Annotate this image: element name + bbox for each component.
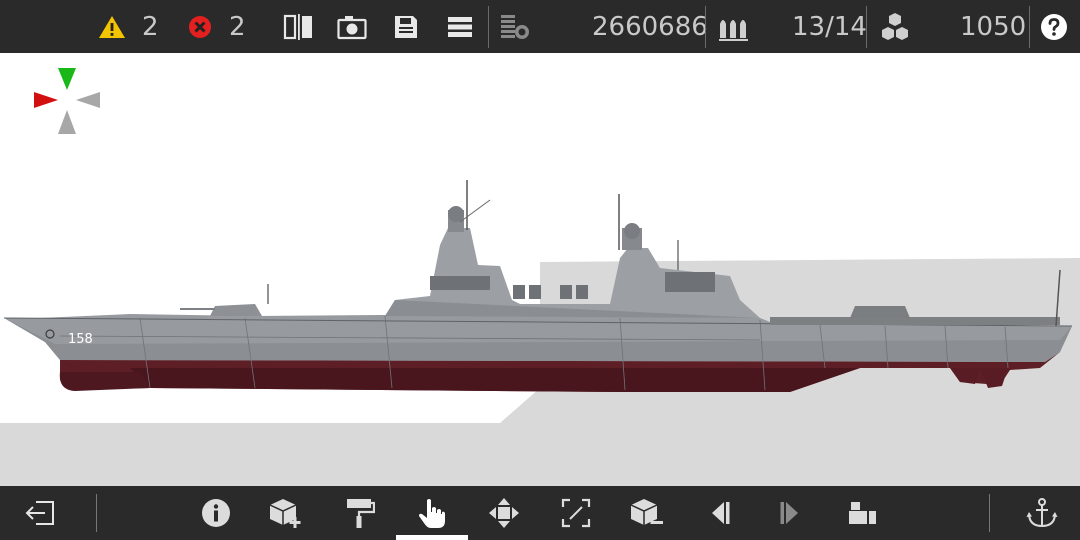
save-button[interactable] (393, 0, 419, 53)
anchor-button[interactable] (1012, 486, 1072, 540)
viewport-canvas: 158 (0, 180, 1080, 486)
remove-part-icon (630, 499, 663, 525)
help-icon (1041, 13, 1067, 40)
add-part-icon (269, 499, 301, 528)
crew-stat (718, 0, 750, 53)
camera-icon (337, 15, 367, 39)
mirror-button[interactable] (283, 0, 313, 53)
remove-part-button[interactable] (617, 486, 677, 540)
move-button[interactable] (474, 486, 534, 540)
cubes-icon (882, 12, 908, 40)
resize-button[interactable] (546, 486, 606, 540)
move-icon (489, 498, 519, 528)
duplicate-button[interactable] (833, 486, 893, 540)
error-icon (189, 15, 211, 38)
previous-icon (712, 502, 730, 524)
warnings-count: 2 (142, 11, 159, 42)
toolbar-divider (488, 6, 489, 48)
gizmo-left-arrow[interactable] (34, 92, 58, 108)
select-tool-button[interactable] (402, 486, 462, 540)
paint-button[interactable] (330, 486, 390, 540)
duplicate-icon (849, 502, 876, 524)
gizmo-up-arrow[interactable] (58, 68, 76, 90)
exit-button[interactable] (10, 486, 70, 540)
active-tool-indicator (396, 535, 468, 540)
gizmo-right-arrow[interactable] (76, 92, 100, 108)
orientation-gizmo[interactable] (32, 68, 104, 136)
next-button[interactable] (760, 486, 820, 540)
cost-value-wrap: 2660686 (592, 0, 708, 53)
errors-indicator[interactable]: 2 (188, 0, 246, 53)
top-toolbar: 2 2 2660686 13/14 1050 (0, 0, 1080, 53)
floppy-disk-icon (395, 15, 417, 38)
add-part-button[interactable] (256, 486, 316, 540)
toolbar-divider (705, 6, 706, 48)
errors-count: 2 (229, 11, 246, 42)
bottom-toolbar (0, 486, 1080, 540)
exit-icon (25, 501, 54, 525)
anchor-icon (1026, 498, 1058, 528)
bottom-divider (96, 494, 97, 532)
paint-roller-icon (347, 499, 375, 528)
weight-value-wrap: 1050 (960, 0, 1026, 53)
screenshot-button[interactable] (337, 0, 367, 53)
warnings-indicator[interactable]: 2 (98, 0, 159, 53)
gizmo-down-arrow[interactable] (58, 110, 76, 134)
previous-button[interactable] (690, 486, 750, 540)
info-icon (202, 499, 230, 527)
hand-pointer-icon (419, 499, 445, 528)
forward-turret (210, 304, 262, 316)
crew-ratio: 13/14 (792, 11, 867, 42)
cost-stat (499, 0, 531, 53)
cost-value: 2660686 (592, 11, 708, 42)
toolbar-divider (866, 6, 867, 48)
hull-number: 158 (68, 332, 93, 347)
toolbar-divider (1029, 6, 1030, 48)
help-button[interactable] (1040, 0, 1068, 53)
menu-icon (448, 16, 472, 37)
crew-value-wrap: 13/14 (792, 0, 867, 53)
mirror-icon (283, 13, 312, 40)
warning-icon (99, 15, 125, 38)
resize-icon (561, 498, 591, 528)
ship-viewport[interactable]: 158 (0, 53, 1080, 486)
info-button[interactable] (186, 486, 246, 540)
ammo-icon (719, 19, 748, 41)
bottom-divider (989, 494, 990, 532)
weight-stat (879, 0, 911, 53)
money-icon (501, 14, 529, 39)
menu-button[interactable] (447, 0, 473, 53)
next-icon (780, 502, 798, 524)
weight-value: 1050 (960, 11, 1027, 42)
